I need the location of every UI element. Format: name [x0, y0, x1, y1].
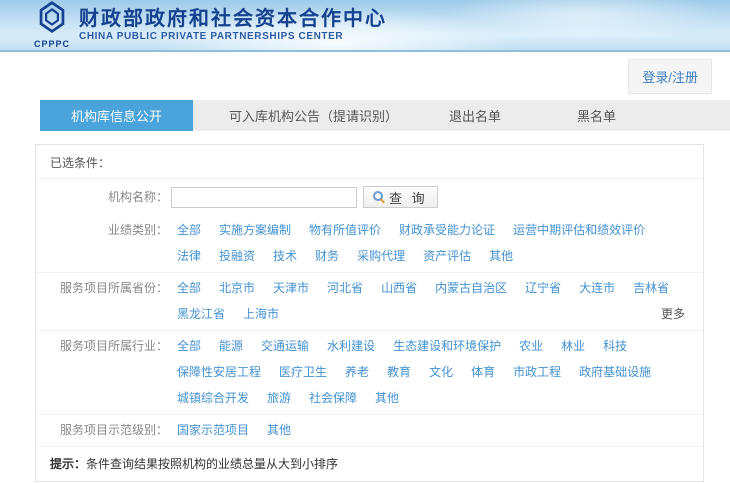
project-industry-label: 服务项目所属行业：	[50, 337, 168, 356]
performance-category-option[interactable]: 财政承受能力论证	[399, 221, 495, 240]
project-province-option[interactable]: 大连市	[579, 279, 615, 298]
project-province-option[interactable]: 山西省	[381, 279, 417, 298]
search-button[interactable]: 查 询	[363, 186, 438, 208]
performance-category-option[interactable]: 资产评估	[423, 247, 471, 266]
demonstration-level-option[interactable]: 国家示范项目	[177, 421, 249, 440]
demonstration-level-option[interactable]: 其他	[267, 421, 291, 440]
project-province-option[interactable]: 辽宁省	[525, 279, 561, 298]
project-province-option[interactable]: 上海市	[243, 305, 279, 324]
project-industry-option[interactable]: 教育	[387, 363, 411, 382]
performance-category-option[interactable]: 全部	[177, 221, 201, 240]
login-row: 登录/注册	[0, 52, 730, 92]
project-industry-option[interactable]: 能源	[219, 337, 243, 356]
project-province-option[interactable]: 河北省	[327, 279, 363, 298]
tab-2[interactable]: 可入库机构公告（提请识别）	[211, 100, 416, 131]
project-industry-option[interactable]: 社会保障	[309, 389, 357, 408]
project-province-options: 全部北京市天津市河北省山西省内蒙古自治区辽宁省大连市吉林省黑龙江省上海市 更多	[168, 279, 689, 324]
project-province-label: 服务项目所属省份：	[50, 279, 168, 298]
org-name-label: 机构名称：	[50, 188, 168, 207]
project-industry-option[interactable]: 科技	[603, 337, 627, 356]
project-industry-option[interactable]: 农业	[519, 337, 543, 356]
project-industry-option[interactable]: 生态建设和环境保护	[393, 337, 501, 356]
filter-row-demonstration-level: 服务项目示范级别：国家示范项目其他	[36, 414, 703, 446]
project-industry-option[interactable]: 文化	[429, 363, 453, 382]
site-header: CPPPC 财政部政府和社会资本合作中心 CHINA PUBLIC PRIVAT…	[0, 0, 730, 52]
performance-category-option[interactable]: 技术	[273, 247, 297, 266]
selected-conditions-label: 已选条件：	[50, 154, 110, 171]
filter-row-performance-category: 业绩类别：全部实施方案编制物有所值评价财政承受能力论证运营中期评估和绩效评价法律…	[36, 215, 703, 272]
project-industry-option[interactable]: 政府基础设施	[579, 363, 651, 382]
project-industry-option[interactable]: 医疗卫生	[279, 363, 327, 382]
tab-4[interactable]: 黑名单	[534, 100, 659, 131]
search-button-label: 查 询	[389, 188, 428, 207]
cpppc-logo: CPPPC	[34, 1, 70, 49]
project-province-option[interactable]: 内蒙古自治区	[435, 279, 507, 298]
project-industry-option[interactable]: 林业	[561, 337, 585, 356]
tab-bar: 机构库信息公开可入库机构公告（提请识别）退出名单黑名单	[40, 100, 730, 131]
performance-category-options: 全部实施方案编制物有所值评价财政承受能力论证运营中期评估和绩效评价法律投融资技术…	[168, 221, 689, 266]
project-industry-option[interactable]: 交通运输	[261, 337, 309, 356]
performance-category-option[interactable]: 实施方案编制	[219, 221, 291, 240]
performance-category-option[interactable]: 财务	[315, 247, 339, 266]
logo-acronym: CPPPC	[34, 39, 70, 49]
project-province-option[interactable]: 天津市	[273, 279, 309, 298]
demonstration-level-options: 国家示范项目其他	[168, 421, 689, 440]
performance-category-option[interactable]: 其他	[489, 247, 513, 266]
tab-3[interactable]: 退出名单	[416, 100, 534, 131]
tip-text: 条件查询结果按照机构的业绩总量从大到小排序	[86, 455, 338, 472]
project-industry-option[interactable]: 体育	[471, 363, 495, 382]
filter-row-project-province: 服务项目所属省份：全部北京市天津市河北省山西省内蒙古自治区辽宁省大连市吉林省黑龙…	[36, 272, 703, 330]
project-province-option[interactable]: 吉林省	[633, 279, 669, 298]
performance-category-option[interactable]: 投融资	[219, 247, 255, 266]
project-industry-option[interactable]: 市政工程	[513, 363, 561, 382]
project-province-more-link[interactable]: 更多	[661, 305, 685, 324]
org-name-row: 机构名称： 查 询	[36, 178, 703, 215]
selected-conditions-row: 已选条件：	[36, 145, 703, 178]
performance-category-option[interactable]: 法律	[177, 247, 201, 266]
tip-row: 提示：条件查询结果按照机构的业绩总量从大到小排序	[36, 446, 703, 481]
project-industry-option[interactable]: 旅游	[267, 389, 291, 408]
filter-row-project-industry: 服务项目所属行业：全部能源交通运输水利建设生态建设和环境保护农业林业科技保障性安…	[36, 330, 703, 414]
project-province-option[interactable]: 全部	[177, 279, 201, 298]
project-industry-options: 全部能源交通运输水利建设生态建设和环境保护农业林业科技保障性安居工程医疗卫生养老…	[168, 337, 689, 408]
cpppc-logo-icon	[35, 1, 69, 38]
project-province-option[interactable]: 黑龙江省	[177, 305, 225, 324]
login-register-button[interactable]: 登录/注册	[628, 59, 712, 94]
filter-panel: 已选条件： 机构名称： 查 询 业绩类别：全部实施方案编制物有所值评价财政承受能…	[35, 144, 704, 482]
project-industry-option[interactable]: 其他	[375, 389, 399, 408]
project-industry-option[interactable]: 养老	[345, 363, 369, 382]
site-title-en: CHINA PUBLIC PRIVATE PARTNERSHIPS CENTER	[79, 31, 387, 42]
page: CPPPC 财政部政府和社会资本合作中心 CHINA PUBLIC PRIVAT…	[0, 0, 730, 484]
site-title-zh: 财政部政府和社会资本合作中心	[79, 8, 387, 30]
search-icon	[373, 191, 385, 203]
org-name-input[interactable]	[171, 187, 357, 208]
project-industry-option[interactable]: 城镇综合开发	[177, 389, 249, 408]
project-province-option[interactable]: 北京市	[219, 279, 255, 298]
performance-category-option[interactable]: 物有所值评价	[309, 221, 381, 240]
project-industry-option[interactable]: 水利建设	[327, 337, 375, 356]
performance-category-option[interactable]: 运营中期评估和绩效评价	[513, 221, 645, 240]
demonstration-level-label: 服务项目示范级别：	[50, 421, 168, 440]
performance-category-label: 业绩类别：	[50, 221, 168, 240]
project-industry-option[interactable]: 全部	[177, 337, 201, 356]
performance-category-option[interactable]: 采购代理	[357, 247, 405, 266]
filter-rows: 业绩类别：全部实施方案编制物有所值评价财政承受能力论证运营中期评估和绩效评价法律…	[36, 215, 703, 446]
project-industry-option[interactable]: 保障性安居工程	[177, 363, 261, 382]
tip-label: 提示：	[50, 455, 86, 472]
site-titles: 财政部政府和社会资本合作中心 CHINA PUBLIC PRIVATE PART…	[79, 8, 387, 42]
tab-1[interactable]: 机构库信息公开	[40, 100, 193, 131]
